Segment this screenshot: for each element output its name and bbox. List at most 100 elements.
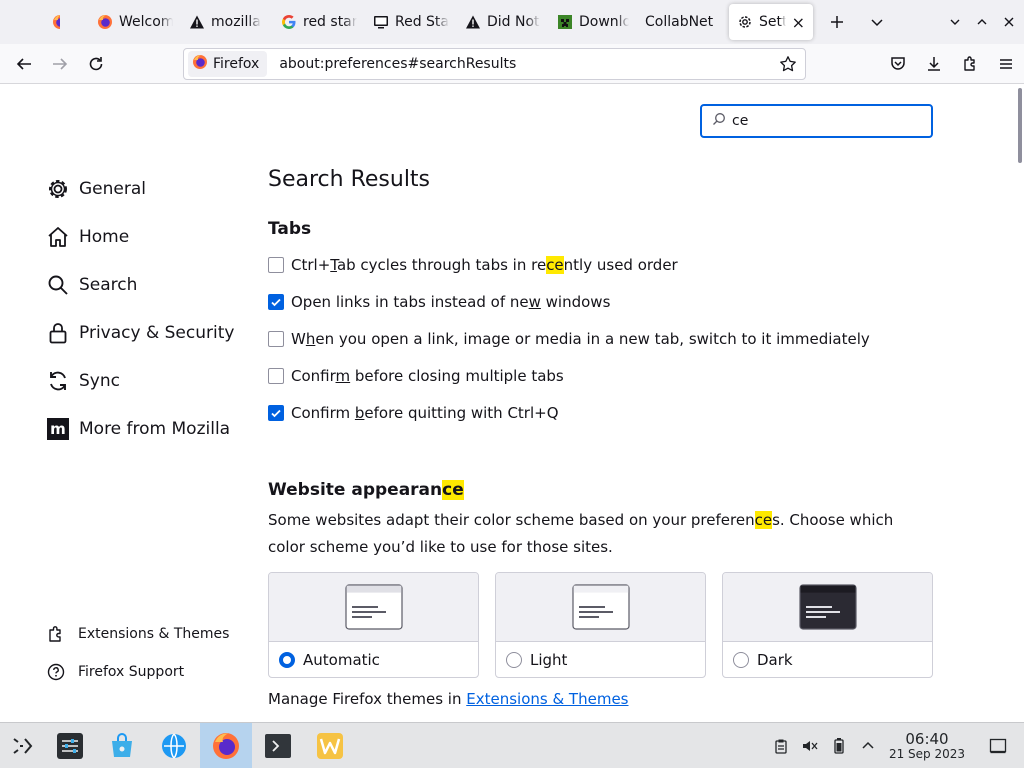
pocket-button[interactable] bbox=[880, 48, 916, 80]
taskbar-firefox-app[interactable] bbox=[200, 722, 252, 768]
light-preview-icon bbox=[496, 573, 705, 642]
clock[interactable]: 06:40 21 Sep 2023 bbox=[882, 731, 972, 760]
application-launcher-button[interactable] bbox=[0, 723, 44, 768]
sidebar-item-privacy[interactable]: Privacy & Security bbox=[45, 309, 234, 357]
reload-button[interactable] bbox=[78, 48, 114, 80]
scrollbar[interactable] bbox=[1018, 88, 1022, 163]
page-title: Search Results bbox=[268, 167, 431, 192]
url-text[interactable]: about:preferences#searchResults bbox=[279, 56, 516, 72]
taskbar-settings-app[interactable] bbox=[44, 723, 96, 768]
show-desktop-icon[interactable] bbox=[972, 737, 1024, 755]
sidebar-item-general[interactable]: General bbox=[45, 165, 234, 213]
extensions-themes-link[interactable]: Extensions & Themes bbox=[466, 690, 628, 708]
checkbox[interactable] bbox=[268, 405, 284, 421]
tab-firefox-view[interactable] bbox=[0, 4, 60, 40]
downloads-button[interactable] bbox=[916, 48, 952, 80]
checkbox[interactable] bbox=[268, 294, 284, 310]
tab-strip: Welcom mozilla red star Red Sta Did Not … bbox=[0, 0, 1024, 44]
tab-label: Red Sta bbox=[395, 14, 449, 30]
warning-icon bbox=[465, 14, 481, 30]
firefox-support-link[interactable]: Firefox Support bbox=[45, 653, 229, 691]
sidebar-item-sync[interactable]: Sync bbox=[45, 357, 234, 405]
clipboard-icon[interactable] bbox=[766, 738, 795, 754]
scheme-card-automatic[interactable]: Automatic bbox=[268, 572, 479, 678]
minimize-window-button[interactable] bbox=[941, 6, 968, 38]
identity-box[interactable]: Firefox bbox=[188, 51, 268, 77]
minecraft-icon bbox=[557, 14, 573, 30]
close-tab-icon[interactable]: × bbox=[792, 13, 805, 32]
extensions-button[interactable] bbox=[952, 48, 988, 80]
firefox-icon bbox=[52, 14, 60, 30]
scheme-label: Dark bbox=[757, 651, 793, 669]
checkbox-label: Confirm before closing multiple tabs bbox=[291, 367, 564, 385]
scheme-card-light[interactable]: Light bbox=[495, 572, 706, 678]
open-links-in-tabs-checkbox[interactable]: Open links in tabs instead of new window… bbox=[268, 293, 610, 311]
confirm-quit-checkbox[interactable]: Confirm before quitting with Ctrl+Q bbox=[268, 404, 559, 422]
sidebar-item-search[interactable]: Search bbox=[45, 261, 234, 309]
checkbox-label: When you open a link, image or media in … bbox=[291, 330, 870, 348]
list-all-tabs-button[interactable] bbox=[861, 6, 893, 38]
taskbar-office-app[interactable] bbox=[304, 723, 356, 768]
sidebar-item-label: General bbox=[79, 179, 146, 199]
tab-download[interactable]: Downlo bbox=[549, 4, 637, 40]
website-appearance-heading: Website appearance bbox=[268, 480, 464, 500]
back-button[interactable] bbox=[6, 48, 42, 80]
radio-light[interactable] bbox=[506, 652, 522, 668]
sidebar-item-label: More from Mozilla bbox=[79, 419, 231, 439]
checkbox-label: Confirm before quitting with Ctrl+Q bbox=[291, 404, 559, 422]
sidebar-item-more-from-mozilla[interactable]: m More from Mozilla bbox=[45, 405, 234, 453]
sidebar-item-home[interactable]: Home bbox=[45, 213, 234, 261]
tab-label: Did Not bbox=[487, 14, 540, 30]
tab-collabnet[interactable]: CollabNet bbox=[637, 4, 725, 40]
ctrl-tab-recent-checkbox[interactable]: Ctrl+Tab cycles through tabs in recently… bbox=[268, 256, 678, 274]
checkbox[interactable] bbox=[268, 368, 284, 384]
tab-welcome[interactable]: Welcom bbox=[89, 4, 181, 40]
url-bar[interactable]: Firefox about:preferences#searchResults bbox=[183, 48, 806, 80]
tab-settings[interactable]: Settin × bbox=[729, 4, 813, 40]
subnav-label: Extensions & Themes bbox=[78, 626, 230, 642]
maximize-window-button[interactable] bbox=[968, 6, 995, 38]
app-menu-button[interactable] bbox=[988, 48, 1024, 80]
bookmark-star-icon[interactable] bbox=[779, 55, 797, 77]
close-window-button[interactable] bbox=[995, 6, 1022, 38]
scheme-card-dark[interactable]: Dark bbox=[722, 572, 933, 678]
search-input[interactable] bbox=[732, 113, 912, 129]
system-taskbar: 06:40 21 Sep 2023 bbox=[0, 722, 1024, 768]
category-sidebar: General Home Search Privacy & Security S… bbox=[45, 165, 234, 453]
firefox-icon bbox=[97, 14, 113, 30]
tab-label: Settin bbox=[759, 14, 786, 30]
radio-dark[interactable] bbox=[733, 652, 749, 668]
svg-text:m: m bbox=[50, 420, 66, 438]
taskbar-discover-app[interactable] bbox=[96, 723, 148, 768]
new-tab-button[interactable] bbox=[821, 6, 853, 38]
tab-red-star-search[interactable]: red star bbox=[273, 4, 365, 40]
tab-did-not[interactable]: Did Not bbox=[457, 4, 549, 40]
search-icon bbox=[712, 112, 726, 130]
checkbox[interactable] bbox=[268, 331, 284, 347]
preferences-search-box[interactable] bbox=[700, 104, 933, 138]
checkbox-label: Ctrl+Tab cycles through tabs in recently… bbox=[291, 256, 678, 274]
tab-mozilla[interactable]: mozilla bbox=[181, 4, 273, 40]
sync-icon bbox=[45, 368, 71, 394]
taskbar-browser-app[interactable] bbox=[148, 723, 200, 768]
confirm-close-tabs-checkbox[interactable]: Confirm before closing multiple tabs bbox=[268, 367, 564, 385]
taskbar-terminal-app[interactable] bbox=[252, 723, 304, 768]
forward-button[interactable] bbox=[42, 48, 78, 80]
warning-icon bbox=[189, 14, 205, 30]
scheme-label: Light bbox=[530, 651, 568, 669]
radio-automatic[interactable] bbox=[279, 652, 295, 668]
expand-tray-icon[interactable] bbox=[853, 739, 882, 753]
tab-label: red star bbox=[303, 14, 357, 30]
battery-icon[interactable] bbox=[824, 737, 853, 755]
extensions-themes-link[interactable]: Extensions & Themes bbox=[45, 615, 229, 653]
volume-muted-icon[interactable] bbox=[795, 737, 824, 755]
tab-label: Welcom bbox=[119, 14, 173, 30]
color-scheme-options: Automatic Light Dark bbox=[268, 572, 933, 678]
switch-to-new-tab-checkbox[interactable]: When you open a link, image or media in … bbox=[268, 330, 870, 348]
tab-red-star[interactable]: Red Sta bbox=[365, 4, 457, 40]
automatic-preview-icon bbox=[269, 573, 478, 642]
mozilla-icon: m bbox=[45, 416, 71, 442]
sidebar-item-label: Search bbox=[79, 275, 138, 295]
manage-themes-text: Manage Firefox themes in Extensions & Th… bbox=[268, 690, 629, 708]
checkbox[interactable] bbox=[268, 257, 284, 273]
